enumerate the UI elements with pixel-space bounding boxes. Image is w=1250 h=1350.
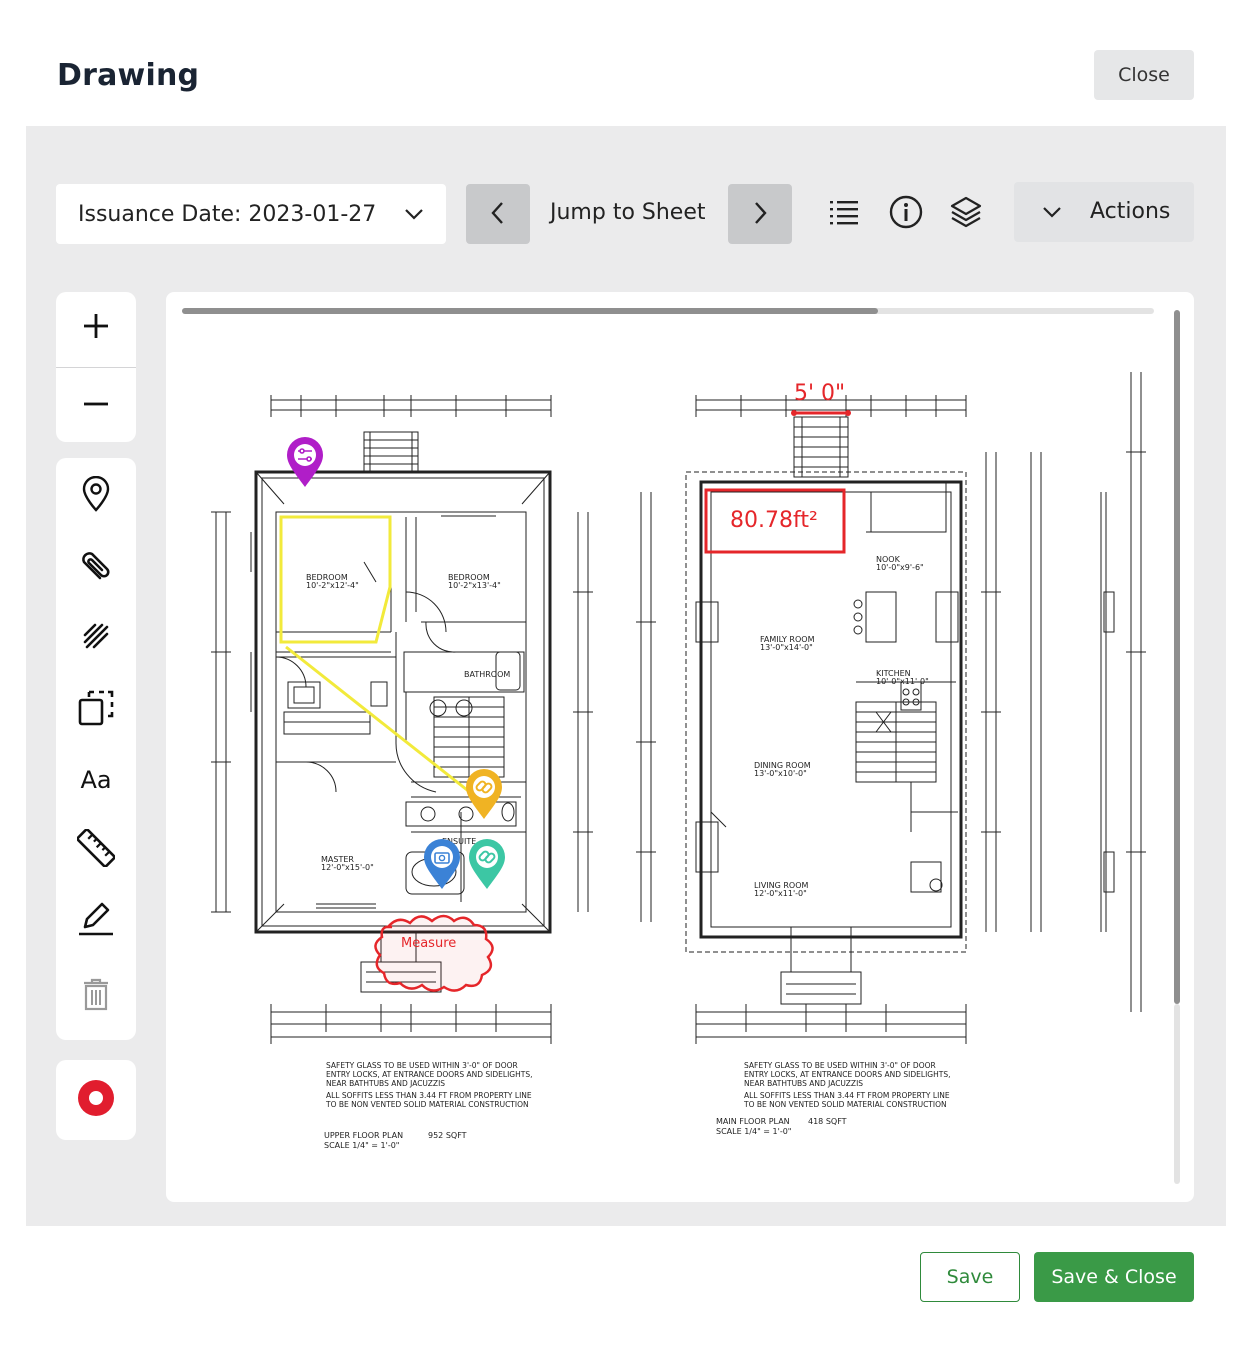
issuance-date-label: Issuance Date: 2023-01-27 (78, 201, 377, 227)
svg-text:ALL SOFFITS LESS THAN 3.44 FT: ALL SOFFITS LESS THAN 3.44 FT FROM PROPE… (744, 1091, 950, 1100)
zoom-controls (56, 292, 136, 442)
link-marker[interactable] (469, 839, 505, 889)
cloud-annotation-label: Measure (401, 936, 456, 951)
cloud-annotation[interactable]: Measure (374, 914, 494, 992)
area-measurement-label: 80.78ft² (730, 508, 818, 533)
list-icon[interactable] (824, 192, 864, 232)
previous-sheet-button[interactable] (466, 184, 530, 244)
settings-marker[interactable] (287, 437, 323, 487)
record-controls (56, 1060, 136, 1140)
svg-text:ENTRY LOCKS, AT ENTRANCE DOORS: ENTRY LOCKS, AT ENTRANCE DOORS AND SIDEL… (744, 1070, 950, 1079)
main-plan-title: MAIN FLOOR PLAN (716, 1117, 790, 1126)
svg-text:NEAR BATHTUBS AND JACUZZIS: NEAR BATHTUBS AND JACUZZIS (744, 1079, 863, 1088)
attach-tool[interactable] (56, 538, 136, 598)
main-plan-scale: SCALE 1/4" = 1'-0" (716, 1127, 791, 1136)
copy-area-tool[interactable] (56, 680, 136, 740)
drawing-panel: Issuance Date: 2023-01-27 Jump to Sheet (26, 126, 1226, 1226)
svg-text:13'-0"x14'-0": 13'-0"x14'-0" (760, 643, 813, 652)
text-tool-icon: Aa (80, 766, 112, 794)
chevron-left-icon (488, 200, 508, 229)
upper-plan-scale: SCALE 1/4" = 1'-0" (324, 1141, 399, 1150)
svg-text:SAFETY GLASS TO BE USED WITHIN: SAFETY GLASS TO BE USED WITHIN 3'-0" OF … (744, 1061, 936, 1070)
main-plan-area: 418 SQFT (808, 1117, 847, 1126)
dialog-title: Drawing (57, 58, 200, 93)
divider (56, 367, 136, 368)
svg-text:ENTRY LOCKS, AT ENTRANCE DOORS: ENTRY LOCKS, AT ENTRANCE DOORS AND SIDEL… (326, 1070, 532, 1079)
length-measurement-label: 5' 0" (794, 381, 845, 406)
zoom-out-button[interactable] (56, 376, 136, 436)
record-icon (76, 1078, 116, 1123)
save-button[interactable]: Save (920, 1252, 1020, 1302)
area-measurement[interactable]: 80.78ft² (704, 488, 846, 554)
paperclip-icon (78, 548, 114, 589)
chevron-right-icon (750, 200, 770, 229)
upper-plan-area: 952 SQFT (428, 1131, 467, 1140)
jump-to-sheet[interactable]: Jump to Sheet (550, 200, 706, 225)
svg-text:BATHROOM: BATHROOM (464, 670, 510, 679)
close-button[interactable]: Close (1094, 50, 1194, 100)
location-pin-icon (81, 475, 111, 517)
next-sheet-button[interactable] (728, 184, 792, 244)
camera-marker[interactable] (424, 839, 460, 889)
pin-tool[interactable] (56, 466, 136, 526)
svg-text:10'-2"x12'-4": 10'-2"x12'-4" (306, 581, 359, 590)
link-marker[interactable] (466, 769, 502, 819)
freehand-draw-icon (81, 621, 111, 656)
pencil-tool[interactable] (56, 890, 136, 950)
text-tool[interactable]: Aa (56, 750, 136, 810)
ruler-icon (76, 827, 116, 872)
info-icon[interactable] (886, 192, 926, 232)
copy-area-icon (77, 689, 115, 732)
plus-icon (82, 312, 110, 345)
length-measurement[interactable]: 5' 0" (791, 381, 851, 416)
svg-text:TO BE NON VENTED SOLID MATERIA: TO BE NON VENTED SOLID MATERIAL CONSTRUC… (325, 1100, 529, 1109)
svg-text:10'-0"x9'-6": 10'-0"x9'-6" (876, 563, 924, 572)
svg-text:13'-0"x10'-0": 13'-0"x10'-0" (754, 769, 807, 778)
actions-dropdown[interactable]: Actions (1014, 182, 1194, 242)
actions-label: Actions (1090, 199, 1171, 224)
drawing-dialog: Drawing Close Issuance Date: 2023-01-27 … (0, 0, 1250, 1350)
pencil-icon (77, 899, 115, 942)
zoom-in-button[interactable] (56, 298, 136, 358)
floor-plan-drawing: BEDROOM10'-2"x12'-4" BEDROOM10'-2"x13'-4… (211, 372, 1146, 1150)
svg-text:12'-0"x15'-0": 12'-0"x15'-0" (321, 863, 374, 872)
layers-icon[interactable] (946, 192, 986, 232)
drawing-canvas[interactable]: BEDROOM 10'-2"x12'-4" BEDROOM 10'-2"x13'-4… (166, 292, 1194, 1202)
svg-text:10'-2"x13'-4": 10'-2"x13'-4" (448, 581, 501, 590)
svg-text:NEAR BATHTUBS AND JACUZZIS: NEAR BATHTUBS AND JACUZZIS (326, 1079, 445, 1088)
measure-tool[interactable] (56, 820, 136, 880)
svg-text:TO BE NON VENTED SOLID MATERIA: TO BE NON VENTED SOLID MATERIAL CONSTRUC… (743, 1100, 947, 1109)
chevron-down-icon (1040, 200, 1064, 229)
annotation-tools: Aa (56, 458, 136, 1040)
delete-tool[interactable] (56, 966, 136, 1026)
svg-text:12'-0"x11'-0": 12'-0"x11'-0" (754, 889, 807, 898)
save-and-close-button[interactable]: Save & Close (1034, 1252, 1194, 1302)
svg-text:SAFETY GLASS TO BE USED WITHIN: SAFETY GLASS TO BE USED WITHIN 3'-0" OF … (326, 1061, 518, 1070)
svg-text:10'-0"x11'-0": 10'-0"x11'-0" (876, 677, 929, 686)
vertical-scrollbar-track[interactable] (1174, 1004, 1180, 1184)
upper-plan-title: UPPER FLOOR PLAN (324, 1131, 403, 1140)
issuance-date-select[interactable]: Issuance Date: 2023-01-27 (56, 184, 446, 244)
minus-icon (82, 390, 110, 423)
record-button[interactable] (56, 1070, 136, 1130)
chevron-down-icon (402, 202, 426, 232)
trash-icon (81, 977, 111, 1016)
svg-text:ALL SOFFITS LESS THAN 3.44 FT: ALL SOFFITS LESS THAN 3.44 FT FROM PROPE… (326, 1091, 532, 1100)
freehand-tool[interactable] (56, 608, 136, 668)
vertical-scrollbar[interactable] (1174, 310, 1180, 1004)
